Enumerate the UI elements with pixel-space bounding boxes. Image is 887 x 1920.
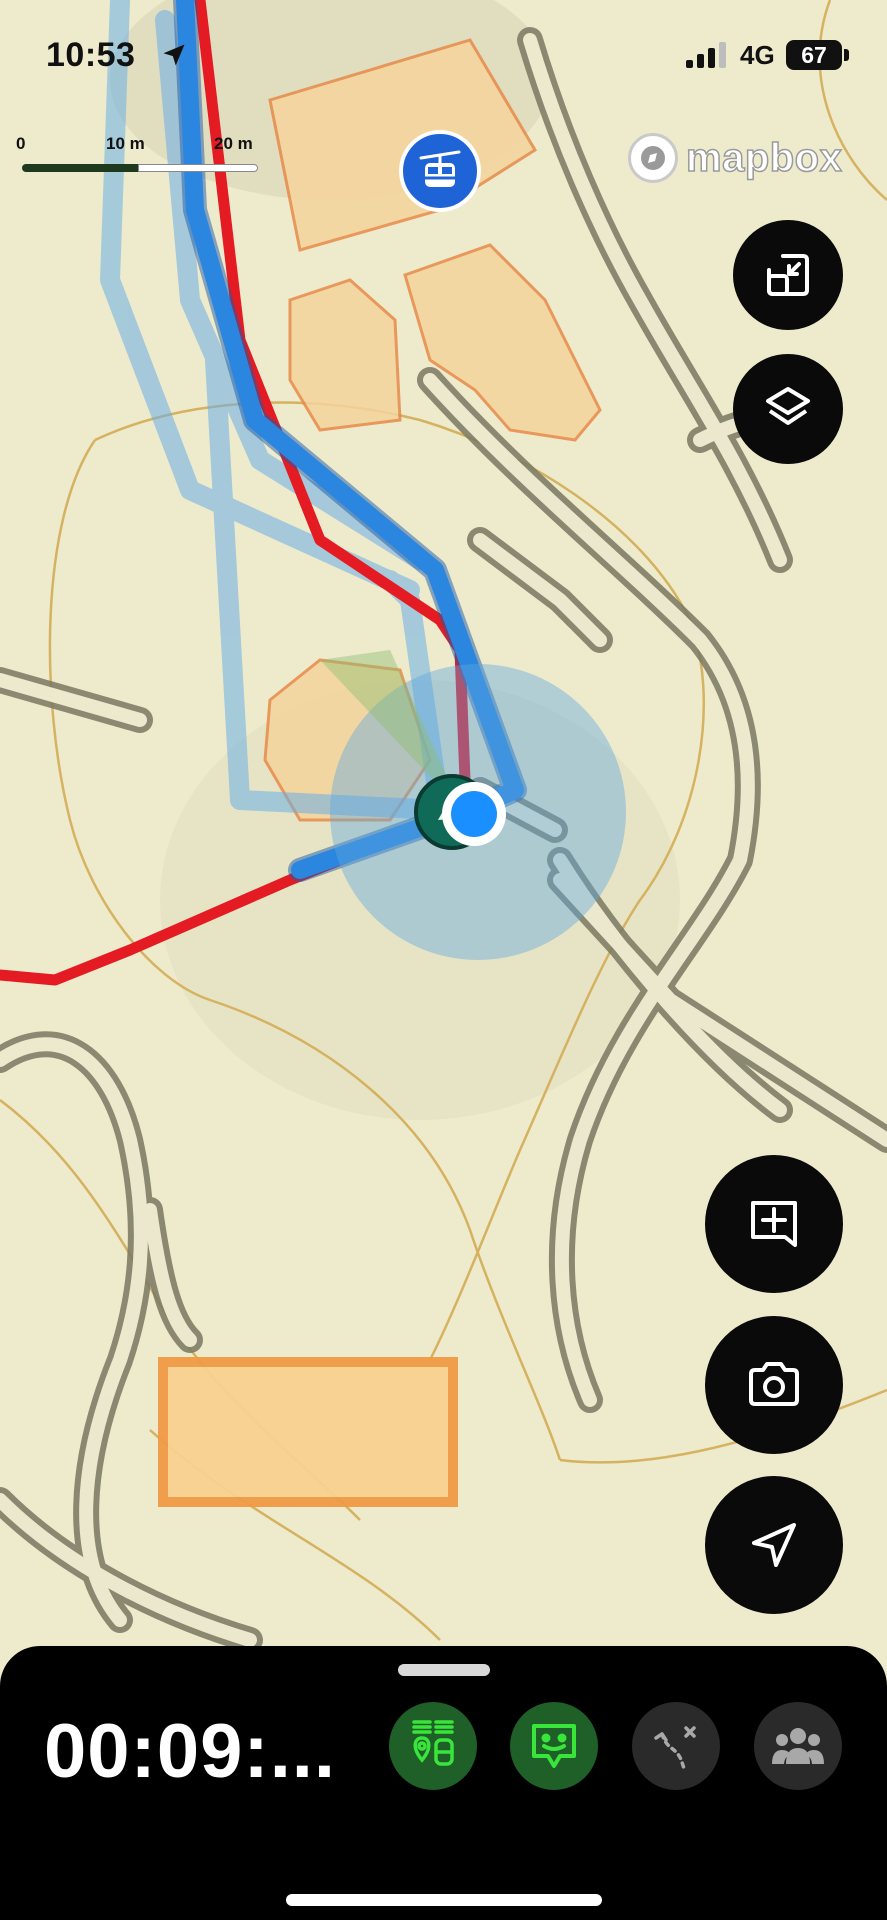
battery-icon: 67: [786, 40, 842, 70]
route-button[interactable]: [632, 1702, 720, 1790]
scale-bar-dark: [22, 164, 138, 172]
status-time: 10:53: [46, 36, 136, 74]
group-icon: [772, 1728, 824, 1764]
scale-label-10: 10 m: [106, 134, 145, 153]
scale-label-20: 20 m: [214, 134, 253, 153]
route-icon: [654, 1726, 696, 1770]
waypoint-icon: [532, 1724, 576, 1768]
camera-icon: [749, 1362, 799, 1406]
track-stats-icon: [412, 1720, 454, 1766]
gondola-icon[interactable]: [399, 130, 481, 212]
home-indicator[interactable]: [286, 1894, 602, 1906]
add-note-button[interactable]: [705, 1155, 843, 1293]
mapbox-wordmark: mapbox: [685, 135, 843, 181]
navigation-arrow-icon: [752, 1523, 796, 1567]
scale-label-0: 0: [16, 134, 26, 153]
layers-icon: [766, 387, 810, 425]
location-services-icon: [163, 44, 185, 66]
mapbox-logo[interactable]: mapbox: [628, 130, 843, 186]
group-button[interactable]: [754, 1702, 842, 1790]
recording-timer: 00:09:...: [44, 1709, 337, 1794]
locate-me-button[interactable]: [705, 1476, 843, 1614]
sheet-drag-handle[interactable]: [398, 1664, 490, 1676]
track-stats-button[interactable]: [389, 1702, 477, 1790]
bottom-sheet[interactable]: 00:09:...: [0, 1646, 887, 1920]
collapse-map-icon: [767, 254, 809, 296]
scale-bar-light: [138, 164, 258, 172]
status-bar: 10:53 4G 67: [0, 0, 887, 110]
waypoint-button[interactable]: [510, 1702, 598, 1790]
battery-nub: [844, 49, 849, 61]
collapse-map-button[interactable]: [733, 220, 843, 330]
mapbox-logo-icon: [628, 133, 678, 183]
battery-level: 67: [801, 42, 827, 68]
scale-bar: 0 10 m 20 m: [16, 134, 258, 182]
camera-button[interactable]: [705, 1316, 843, 1454]
network-type: 4G: [740, 40, 775, 70]
cellular-signal-icon: [686, 42, 726, 68]
add-note-icon: [751, 1201, 797, 1247]
layers-button[interactable]: [733, 354, 843, 464]
